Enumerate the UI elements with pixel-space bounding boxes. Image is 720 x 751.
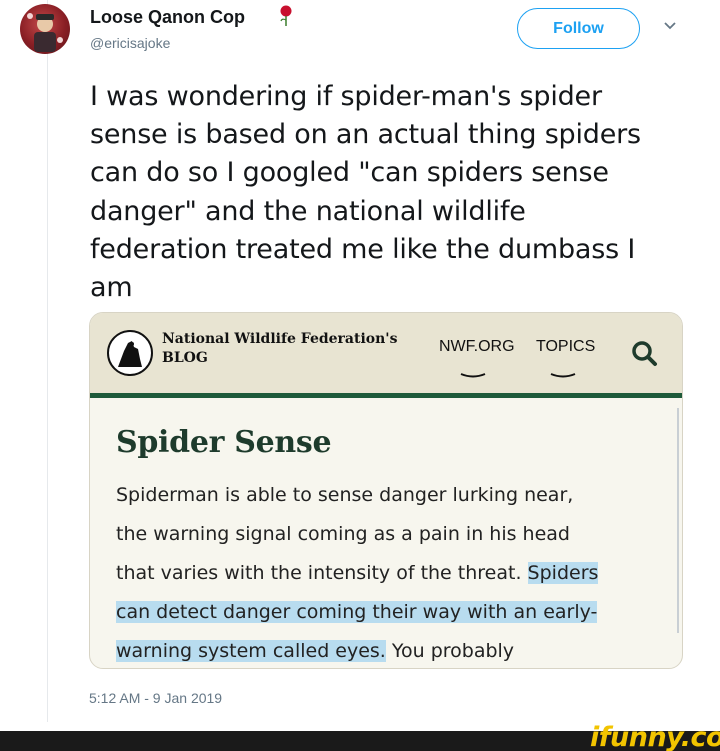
- blog-title-line: National Wildlife Federation's: [162, 331, 398, 347]
- follow-button[interactable]: Follow: [517, 8, 640, 49]
- article-line: Spiderman is able to sense danger lurkin…: [116, 484, 574, 506]
- blog-title-line: BLOG: [162, 350, 208, 366]
- tweet-text-line: can do so I googled "can spiders sense: [90, 157, 609, 189]
- blog-title[interactable]: National Wildlife Federation's BLOG: [162, 330, 397, 368]
- tweet-text-line: danger" and the national wildlife: [90, 195, 526, 227]
- avatar[interactable]: [20, 4, 70, 54]
- display-name[interactable]: Loose Qanon Cop: [90, 7, 245, 28]
- article-line: the warning signal coming as a pain in h…: [116, 523, 570, 545]
- nav-underline: [460, 373, 486, 378]
- thread-line: [47, 0, 48, 722]
- article-text: You probably: [385, 640, 515, 662]
- tweet-text-line: federation treated me like the dumbass I: [90, 233, 636, 265]
- embedded-screenshot[interactable]: National Wildlife Federation's BLOG NWF.…: [89, 312, 683, 669]
- scrollbar[interactable]: [677, 408, 679, 633]
- tweet-text-line: am: [90, 272, 133, 304]
- header-divider: [90, 393, 682, 398]
- chevron-down-icon[interactable]: [662, 20, 678, 32]
- nav-nwf-org[interactable]: NWF.ORG: [439, 338, 515, 356]
- nwf-logo-icon: [107, 330, 153, 376]
- nav-topics[interactable]: TOPICS: [536, 338, 595, 356]
- tweet-text-line: sense is based on an actual thing spider…: [90, 119, 641, 151]
- article-line: warning system called eyes. You probably: [116, 632, 676, 668]
- article-title: Spider Sense: [116, 425, 332, 460]
- article-line: that varies with the intensity of the th…: [116, 554, 676, 593]
- ifunny-watermark-logo: ifunny.co: [590, 722, 720, 751]
- tweet-timestamp[interactable]: 5:12 AM - 9 Jan 2019: [89, 690, 222, 706]
- rose-icon: [280, 5, 292, 26]
- user-handle[interactable]: @ericisajoke: [90, 35, 170, 51]
- highlighted-text: can detect danger coming their way with …: [116, 601, 598, 623]
- highlighted-text: warning system called eyes.: [116, 640, 386, 662]
- highlighted-text: Spiders: [527, 562, 599, 584]
- tweet-text: I was wondering if spider-man's spider s…: [90, 78, 690, 307]
- article-line: can detect danger coming their way with …: [116, 593, 676, 632]
- nav-underline: [550, 373, 576, 378]
- tweet-text-line: I was wondering if spider-man's spider: [90, 81, 602, 112]
- article-text: that varies with the intensity of the th…: [116, 562, 528, 584]
- search-icon[interactable]: [630, 339, 658, 367]
- article-body: Spiderman is able to sense danger lurkin…: [116, 476, 676, 668]
